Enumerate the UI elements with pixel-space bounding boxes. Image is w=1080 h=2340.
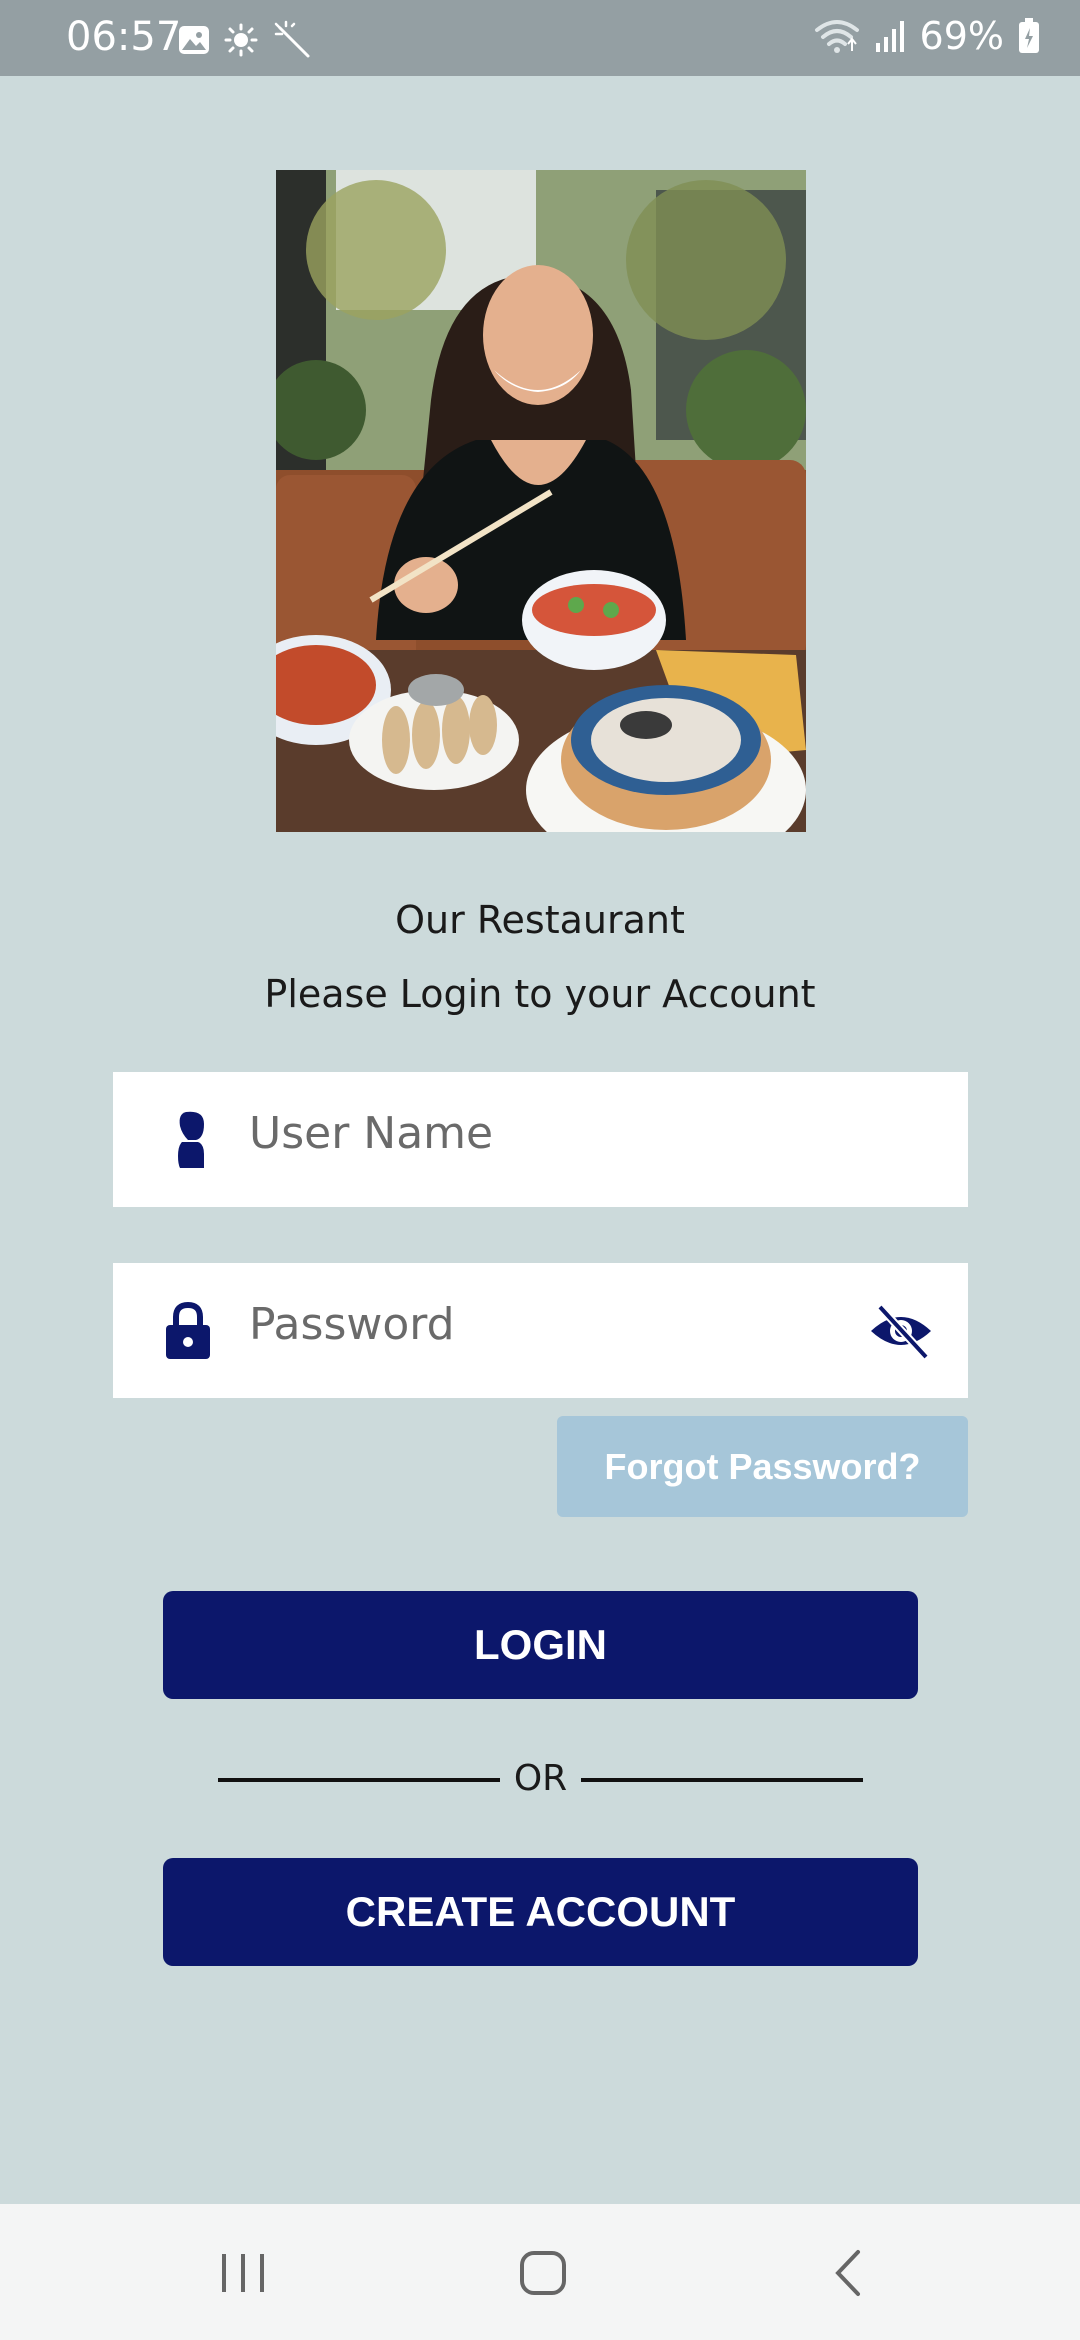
battery-icon	[1019, 18, 1039, 53]
login-button[interactable]: LOGIN	[163, 1591, 918, 1699]
status-time: 06:57	[66, 14, 182, 60]
create-account-button[interactable]: CREATE ACCOUNT	[163, 1858, 918, 1966]
username-placeholder: User Name	[249, 1108, 494, 1159]
password-placeholder: Password	[249, 1299, 455, 1350]
signal-icon	[875, 21, 904, 52]
lock-icon	[166, 1301, 210, 1359]
login-subtitle: Please Login to your Account	[264, 972, 816, 1016]
brightness-icon	[224, 23, 258, 57]
divider-line-right	[581, 1778, 863, 1782]
battery-percent: 69%	[919, 14, 1004, 58]
or-divider: OR	[218, 1758, 863, 1802]
back-icon[interactable]	[830, 2248, 864, 2298]
person-icon	[178, 1111, 204, 1168]
app-title: Our Restaurant	[395, 898, 685, 942]
forgot-password-button[interactable]: Forgot Password?	[557, 1416, 968, 1517]
eye-off-icon[interactable]	[868, 1301, 934, 1361]
system-nav-bar	[0, 2204, 1080, 2340]
recent-apps-icon[interactable]	[218, 2252, 268, 2294]
gallery-icon	[179, 26, 209, 54]
username-field[interactable]: User Name	[113, 1072, 968, 1207]
wifi-icon	[814, 20, 859, 53]
magic-wand-icon	[274, 20, 310, 58]
status-bar: 06:57 69%	[0, 0, 1080, 76]
home-icon[interactable]	[519, 2250, 567, 2296]
password-field[interactable]: Password	[113, 1263, 968, 1398]
hero-image	[276, 170, 806, 832]
